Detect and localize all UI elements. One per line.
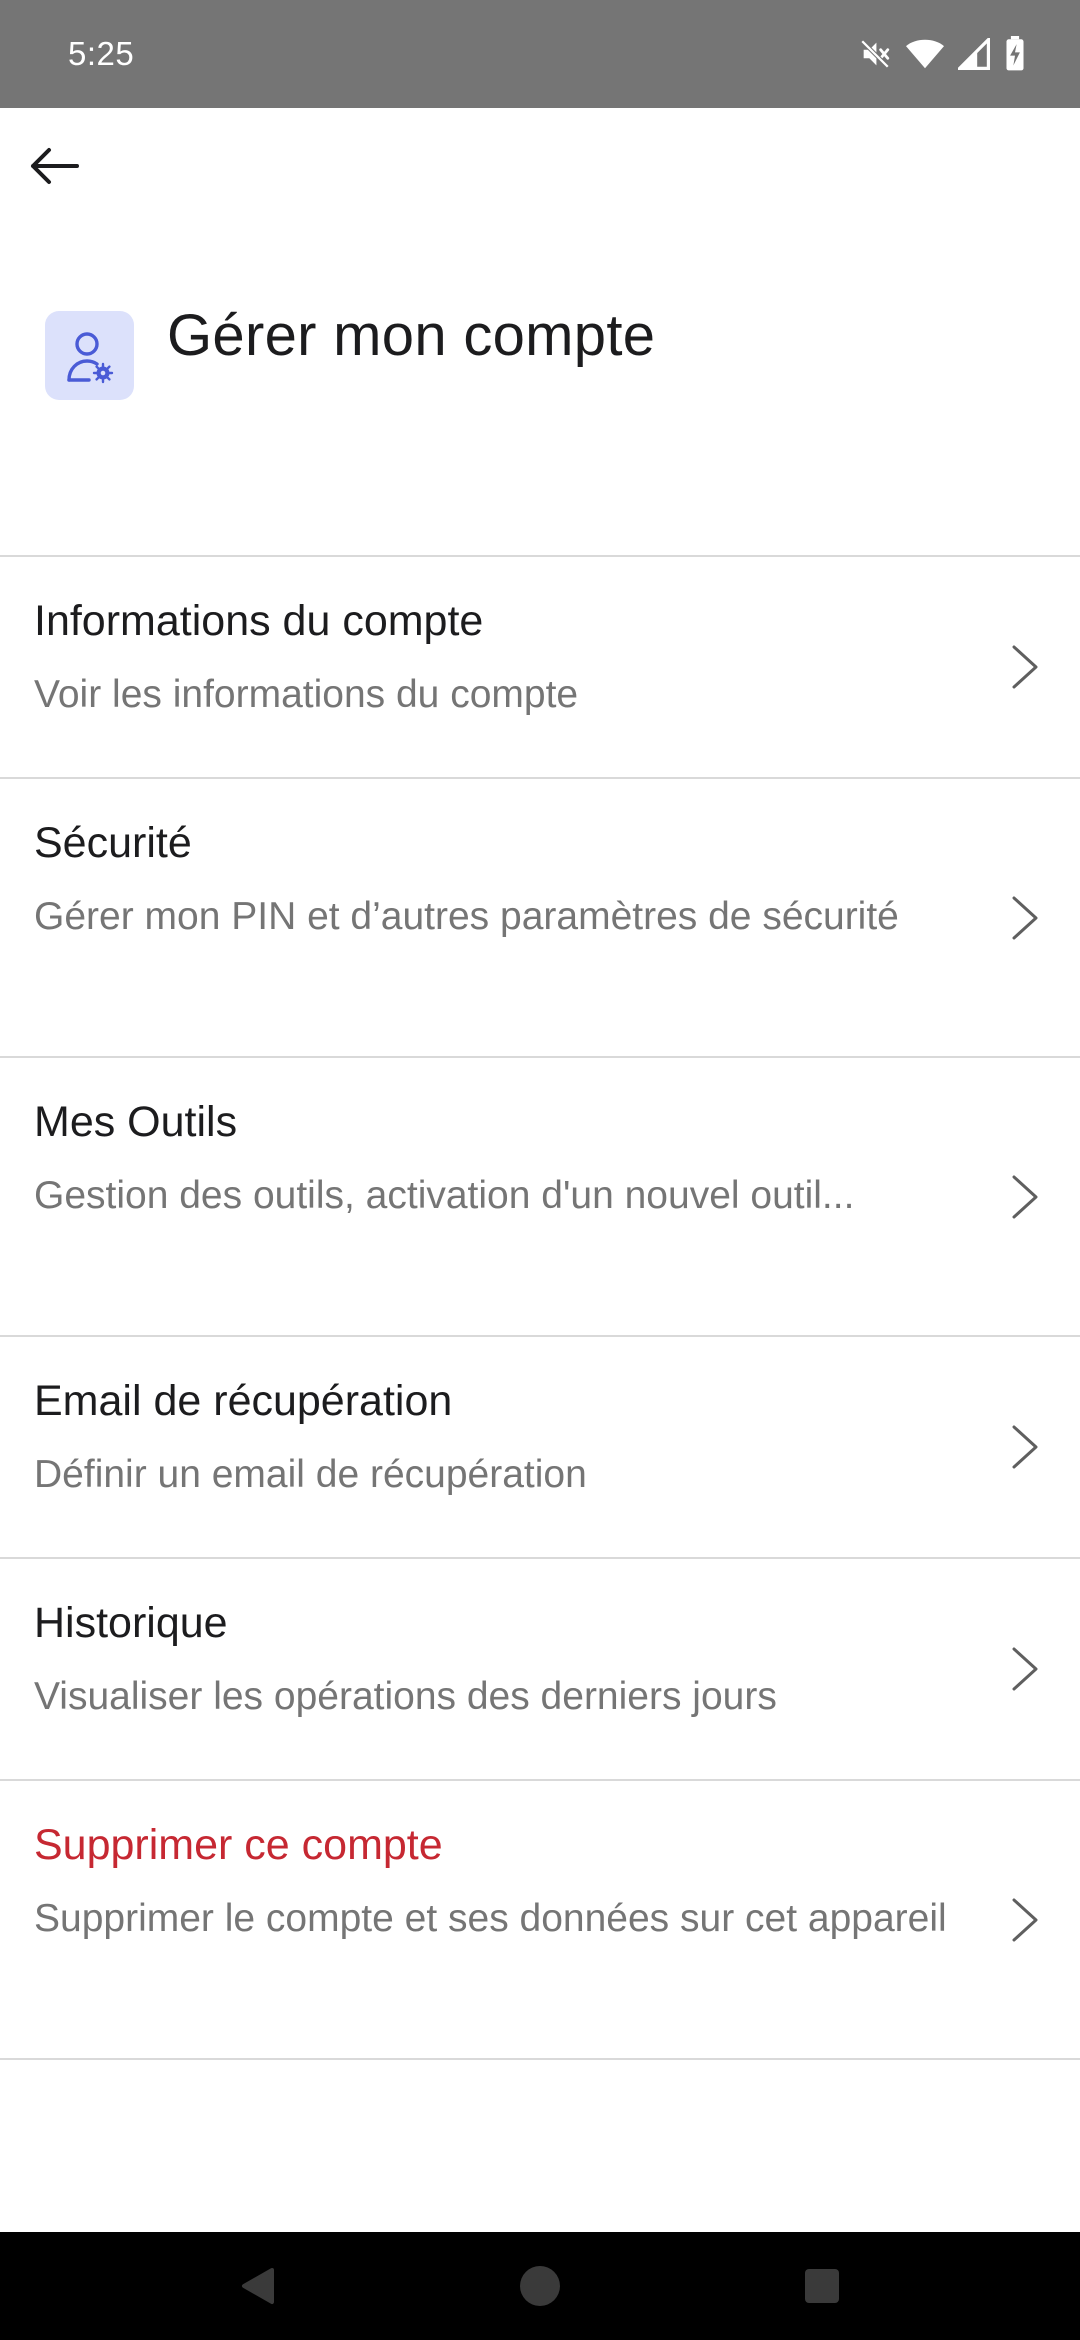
menu-item-title: Historique (34, 1599, 228, 1647)
chevron-right-icon (1012, 896, 1038, 939)
menu-item-title: Mes Outils (34, 1098, 238, 1146)
menu-item-delete-account[interactable]: Supprimer ce compte Supprimer le compte … (0, 1781, 1080, 2060)
arrow-left-icon (31, 148, 79, 184)
menu-item-security[interactable]: Sécurité Gérer mon PIN et d’autres param… (0, 779, 1080, 1058)
menu-item-subtitle: Gestion des outils, activation d'un nouv… (34, 1174, 855, 1217)
status-bar: 5:25 (0, 0, 1080, 108)
mute-icon (860, 39, 890, 69)
wifi-icon (906, 39, 944, 69)
back-triangle-icon (242, 2268, 274, 2304)
menu-item-subtitle: Visualiser les opérations des derniers j… (34, 1675, 777, 1718)
back-button[interactable] (18, 130, 90, 202)
menu-item-subtitle: Voir les informations du compte (34, 673, 579, 716)
status-time: 5:25 (68, 35, 135, 72)
battery-icon (1006, 36, 1024, 71)
home-circle-icon (520, 2266, 560, 2306)
page-title: Gérer mon compte (167, 303, 656, 368)
menu-item-subtitle: Définir un email de récupération (34, 1453, 587, 1496)
chevron-right-icon (1012, 1898, 1038, 1941)
menu-item-history[interactable]: Historique Visualiser les opérations des… (0, 1559, 1080, 1781)
chevron-right-icon (1012, 1175, 1038, 1218)
menu-item-subtitle: Supprimer le compte et ses données sur c… (34, 1897, 947, 1940)
navigation-bar (0, 2232, 1080, 2340)
menu-item-title: Supprimer ce compte (34, 1821, 443, 1869)
page-header: Gérer mon compte (0, 290, 1080, 420)
screen: 5:25 Gérer mon compte Informations du co… (0, 0, 1080, 2340)
signal-icon (958, 38, 990, 70)
menu-item-title: Sécurité (34, 819, 192, 867)
menu-item-tools[interactable]: Mes Outils Gestion des outils, activatio… (0, 1058, 1080, 1337)
menu-item-title: Email de récupération (34, 1377, 453, 1425)
menu-item-account-info[interactable]: Informations du compte Voir les informat… (0, 557, 1080, 779)
status-icons (858, 36, 1026, 72)
header-icon-tile (45, 311, 134, 400)
menu-list: Informations du compte Voir les informat… (0, 555, 1080, 2060)
menu-item-subtitle: Gérer mon PIN et d’autres paramètres de … (34, 895, 899, 938)
menu-item-title: Informations du compte (34, 597, 484, 645)
chevron-right-icon (1012, 645, 1038, 689)
chevron-right-icon (1012, 1425, 1038, 1469)
nav-home-button[interactable] (486, 2232, 594, 2340)
chevron-right-icon (1012, 1647, 1038, 1691)
app-bar (0, 108, 1080, 232)
nav-back-button[interactable] (204, 2232, 312, 2340)
menu-item-recovery-email[interactable]: Email de récupération Définir un email d… (0, 1337, 1080, 1559)
user-settings-icon (66, 331, 113, 383)
nav-recents-button[interactable] (768, 2232, 876, 2340)
recents-square-icon (805, 2269, 839, 2303)
